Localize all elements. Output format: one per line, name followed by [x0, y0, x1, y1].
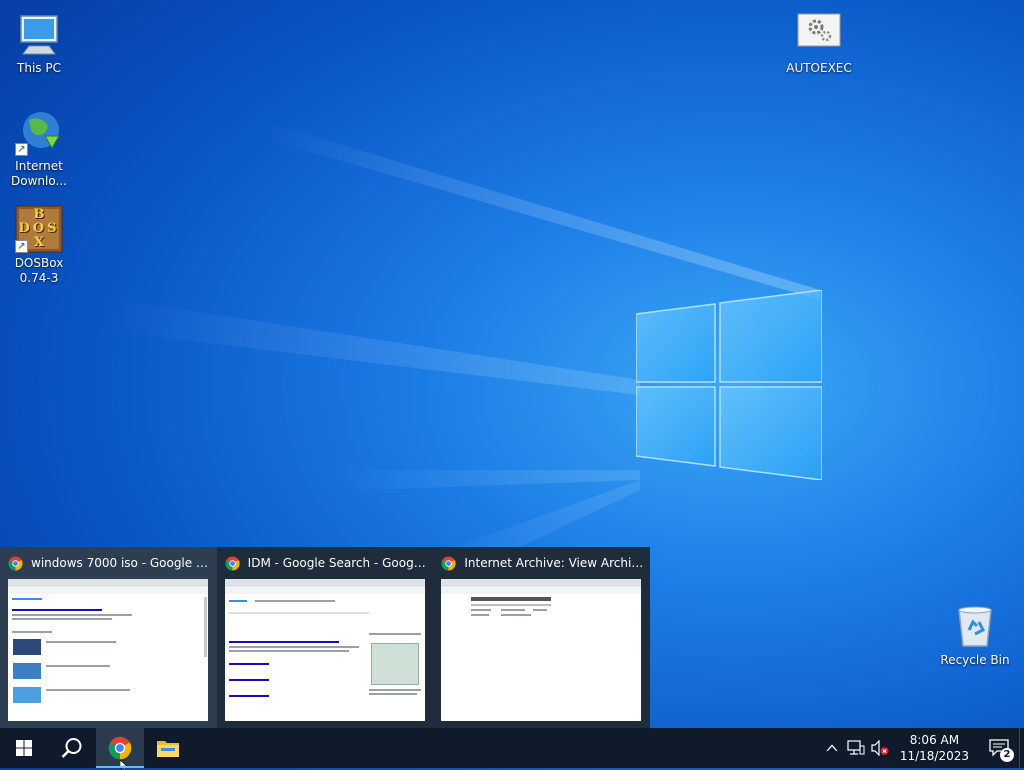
show-hidden-icons-button[interactable]	[820, 728, 844, 768]
folder-icon	[157, 741, 179, 757]
thumbnail-window-windows-7000-iso[interactable]: windows 7000 iso - Google Sear...	[0, 547, 217, 728]
chrome-icon	[108, 736, 132, 760]
dosbox-logo-letter: S	[47, 221, 60, 236]
taskbar-clock[interactable]: 8:06 AM 11/18/2023	[900, 732, 969, 764]
network-tray-button[interactable]	[844, 728, 868, 768]
desktop-icon-recycle-bin[interactable]: Recycle Bin	[937, 602, 1013, 668]
chrome-icon	[441, 555, 456, 571]
taskbar-chrome-button[interactable]	[96, 728, 144, 770]
chevron-up-icon	[826, 744, 838, 752]
desktop-icon-label: Internet Downlo...	[11, 159, 67, 188]
dosbox-logo-letter: D	[18, 221, 33, 236]
clock-time: 8:06 AM	[909, 733, 960, 747]
desktop-icon-label: This PC	[17, 61, 61, 75]
dosbox-logo-letter: O	[32, 221, 48, 236]
search-button[interactable]	[48, 728, 96, 768]
desktop-icon-label: DOSBox 0.74-3	[14, 256, 64, 285]
thumbnail-preview-image	[441, 579, 642, 721]
wallpaper-windows-logo	[636, 290, 822, 480]
desktop-icon-dosbox[interactable]: B DOS X ↗ DOSBox 0.74-3	[1, 205, 77, 286]
shortcut-arrow-icon: ↗	[15, 143, 28, 156]
network-icon	[847, 740, 865, 755]
taskbar-file-explorer-button[interactable]	[144, 728, 192, 768]
volume-tray-button[interactable]	[868, 728, 892, 768]
desktop-icon-internet-download-manager[interactable]: ↗ Internet Downlo...	[1, 108, 77, 189]
volume-muted-icon	[871, 740, 889, 756]
show-desktop-button[interactable]	[1019, 728, 1024, 768]
thumbnail-window-idm-google-search[interactable]: IDM - Google Search - Google ...	[217, 547, 434, 728]
desktop-icon-this-pc[interactable]: This PC	[1, 10, 77, 76]
taskbar-thumbnail-preview: windows 7000 iso - Google Sear...	[0, 547, 650, 728]
shortcut-arrow-icon: ↗	[15, 240, 28, 253]
thumbnail-title: Internet Archive: View Archive -...	[464, 556, 645, 570]
desktop-icon-autoexec[interactable]: AUTOEXEC	[781, 10, 857, 76]
thumbnail-title: windows 7000 iso - Google Sear...	[31, 556, 211, 570]
thumbnail-title: IDM - Google Search - Google ...	[247, 556, 428, 570]
search-icon	[61, 738, 82, 758]
desktop-icon-label: Recycle Bin	[940, 653, 1010, 667]
idm-globe-icon: ↗	[15, 108, 63, 156]
thumbnail-preview-image	[224, 579, 425, 721]
action-center-button[interactable]: 2	[979, 728, 1019, 768]
settings-file-icon	[795, 10, 843, 58]
start-button[interactable]	[0, 728, 48, 768]
chrome-icon	[8, 555, 23, 571]
mouse-cursor-icon	[120, 760, 128, 770]
system-tray: 8:06 AM 11/18/2023 2	[820, 728, 1024, 768]
desktop-icon-label: AUTOEXEC	[786, 61, 852, 75]
notification-count-badge: 2	[1000, 748, 1014, 762]
chrome-icon	[225, 555, 240, 571]
dosbox-logo-letter: B	[33, 207, 45, 222]
taskbar: 8:06 AM 11/18/2023 2	[0, 728, 1024, 770]
computer-icon	[15, 10, 63, 58]
windows-icon	[16, 740, 32, 756]
thumbnail-preview-image	[8, 579, 208, 721]
thumbnail-window-internet-archive[interactable]: Internet Archive: View Archive -...	[433, 547, 650, 728]
dosbox-icon: B DOS X ↗	[15, 205, 63, 253]
clock-date: 11/18/2023	[899, 749, 969, 763]
recycle-bin-icon	[951, 602, 999, 650]
